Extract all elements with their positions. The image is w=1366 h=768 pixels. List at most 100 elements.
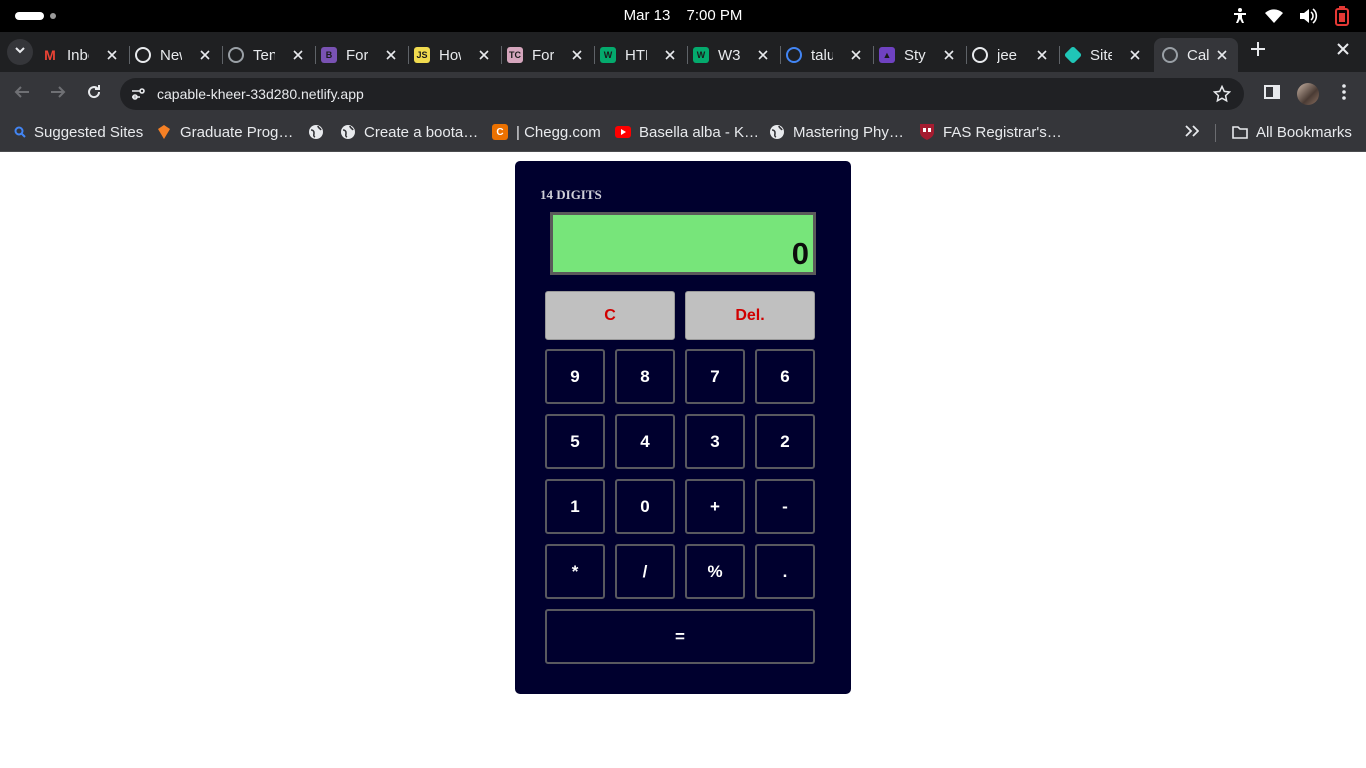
bookmarks-bar: Suggested Sites Graduate Prog… Create a bo… bbox=[0, 116, 1366, 152]
clock-time: 7:00 PM bbox=[686, 7, 743, 24]
browser-tab[interactable]: JS How bbox=[414, 38, 492, 72]
tab-close-icon[interactable] bbox=[848, 47, 864, 63]
w3schools-icon: W bbox=[600, 47, 616, 63]
tab-separator bbox=[408, 46, 409, 64]
bookmark-item[interactable]: C | Chegg.com bbox=[492, 116, 601, 148]
bookmark-item[interactable] bbox=[308, 116, 332, 148]
wifi-icon[interactable] bbox=[1264, 6, 1284, 26]
key-0[interactable]: 0 bbox=[615, 479, 675, 534]
key-divide[interactable]: / bbox=[615, 544, 675, 599]
browser-tab[interactable]: New bbox=[135, 38, 213, 72]
chrome-icon bbox=[135, 47, 151, 63]
folder-icon bbox=[1232, 124, 1248, 140]
accessibility-icon[interactable] bbox=[1230, 6, 1250, 26]
tab-close-icon[interactable] bbox=[1127, 47, 1143, 63]
browser-tab[interactable]: W W3 bbox=[693, 38, 771, 72]
key-2[interactable]: 2 bbox=[755, 414, 815, 469]
bookmark-item[interactable]: Mastering Phy… bbox=[769, 116, 904, 148]
site-info-icon[interactable] bbox=[128, 84, 148, 104]
new-tab-button[interactable] bbox=[1248, 41, 1268, 61]
tab-close-icon[interactable] bbox=[197, 47, 213, 63]
bookmark-label: | Chegg.com bbox=[516, 123, 601, 141]
key-3[interactable]: 3 bbox=[685, 414, 745, 469]
tab-close-icon[interactable] bbox=[383, 47, 399, 63]
tab-title: For bbox=[532, 46, 554, 64]
browser-tab[interactable]: Site bbox=[1063, 38, 1143, 72]
key-1[interactable]: 1 bbox=[545, 479, 605, 534]
system-tray[interactable] bbox=[1230, 6, 1352, 26]
key-4[interactable]: 4 bbox=[615, 414, 675, 469]
tab-title: New bbox=[160, 46, 182, 64]
bookmark-item[interactable]: Suggested Sites bbox=[14, 116, 143, 148]
arrow-left-icon bbox=[14, 84, 30, 105]
bookmark-item[interactable]: FAS Registrar's… bbox=[919, 116, 1062, 148]
key-7[interactable]: 7 bbox=[685, 349, 745, 404]
tab-close-icon[interactable] bbox=[290, 47, 306, 63]
equals-button[interactable]: = bbox=[545, 609, 815, 664]
url-text[interactable]: capable-kheer-33d280.netlify.app bbox=[157, 78, 364, 110]
battery-icon[interactable] bbox=[1332, 6, 1352, 26]
bookmark-item[interactable]: Graduate Prog… bbox=[156, 116, 293, 148]
tab-separator bbox=[222, 46, 223, 64]
browser-tab[interactable]: Ten bbox=[228, 38, 306, 72]
browser-tab[interactable]: Cal bbox=[1154, 38, 1238, 72]
browser-tab[interactable]: talu bbox=[786, 38, 864, 72]
bookmark-star-icon[interactable] bbox=[1212, 84, 1232, 104]
side-panel-button[interactable] bbox=[1262, 84, 1282, 104]
key-9[interactable]: 9 bbox=[545, 349, 605, 404]
clock-date: Mar 13 bbox=[623, 7, 671, 24]
browser-tab[interactable]: B For bbox=[321, 38, 399, 72]
w3schools-icon: W bbox=[693, 47, 709, 63]
browser-tab[interactable]: ▲ Styl bbox=[879, 38, 957, 72]
tab-close-icon[interactable] bbox=[1034, 47, 1050, 63]
tab-search-button[interactable] bbox=[7, 39, 33, 65]
tab-close-icon[interactable] bbox=[476, 47, 492, 63]
close-icon bbox=[1337, 42, 1349, 60]
key-6[interactable]: 6 bbox=[755, 349, 815, 404]
key-8[interactable]: 8 bbox=[615, 349, 675, 404]
bookmark-item[interactable]: Create a boota… bbox=[340, 116, 478, 148]
tab-separator bbox=[129, 46, 130, 64]
tab-close-icon[interactable] bbox=[941, 47, 957, 63]
calculator-display: 0 bbox=[550, 212, 816, 275]
globe-icon bbox=[228, 47, 244, 63]
double-chevron-right-icon bbox=[1185, 124, 1200, 141]
tab-close-icon[interactable] bbox=[755, 47, 771, 63]
volume-icon[interactable] bbox=[1298, 6, 1318, 26]
chegg-icon: C bbox=[492, 124, 508, 140]
address-bar[interactable]: capable-kheer-33d280.netlify.app bbox=[120, 78, 1244, 110]
close-window-button[interactable] bbox=[1333, 41, 1353, 61]
tab-close-icon[interactable] bbox=[104, 47, 120, 63]
bookmark-label: Graduate Prog… bbox=[180, 123, 294, 141]
forward-button[interactable] bbox=[48, 84, 68, 104]
tab-close-icon[interactable] bbox=[569, 47, 585, 63]
delete-button[interactable]: Del. bbox=[685, 291, 815, 340]
more-bookmarks-button[interactable] bbox=[1185, 116, 1200, 148]
tab-separator bbox=[687, 46, 688, 64]
side-panel-icon bbox=[1264, 84, 1280, 105]
clear-button[interactable]: C bbox=[545, 291, 675, 340]
reload-button[interactable] bbox=[84, 84, 104, 104]
key-minus[interactable]: - bbox=[755, 479, 815, 534]
browser-tab[interactable]: TC For bbox=[507, 38, 585, 72]
clock[interactable]: Mar 13 7:00 PM bbox=[0, 0, 1366, 32]
all-bookmarks-button[interactable]: All Bookmarks bbox=[1232, 116, 1352, 148]
browser-tab[interactable]: M Inbox bbox=[42, 38, 120, 72]
key-multiply[interactable]: * bbox=[545, 544, 605, 599]
display-value: 0 bbox=[791, 236, 809, 271]
key-plus[interactable]: + bbox=[685, 479, 745, 534]
key-percent[interactable]: % bbox=[685, 544, 745, 599]
browser-menu-button[interactable] bbox=[1334, 83, 1354, 104]
tab-close-icon[interactable] bbox=[1214, 47, 1230, 63]
browser-tab[interactable]: jee bbox=[972, 38, 1050, 72]
browser-tab[interactable]: W HTML bbox=[600, 38, 678, 72]
profile-avatar[interactable] bbox=[1297, 83, 1319, 105]
bookmark-item[interactable]: Basella alba - K… bbox=[615, 116, 759, 148]
key-decimal[interactable]: . bbox=[755, 544, 815, 599]
back-button[interactable] bbox=[12, 84, 32, 104]
bootstrap-icon: B bbox=[321, 47, 337, 63]
bookmark-label: Suggested Sites bbox=[34, 123, 144, 141]
plus-icon bbox=[1251, 41, 1265, 61]
tab-close-icon[interactable] bbox=[662, 47, 678, 63]
key-5[interactable]: 5 bbox=[545, 414, 605, 469]
